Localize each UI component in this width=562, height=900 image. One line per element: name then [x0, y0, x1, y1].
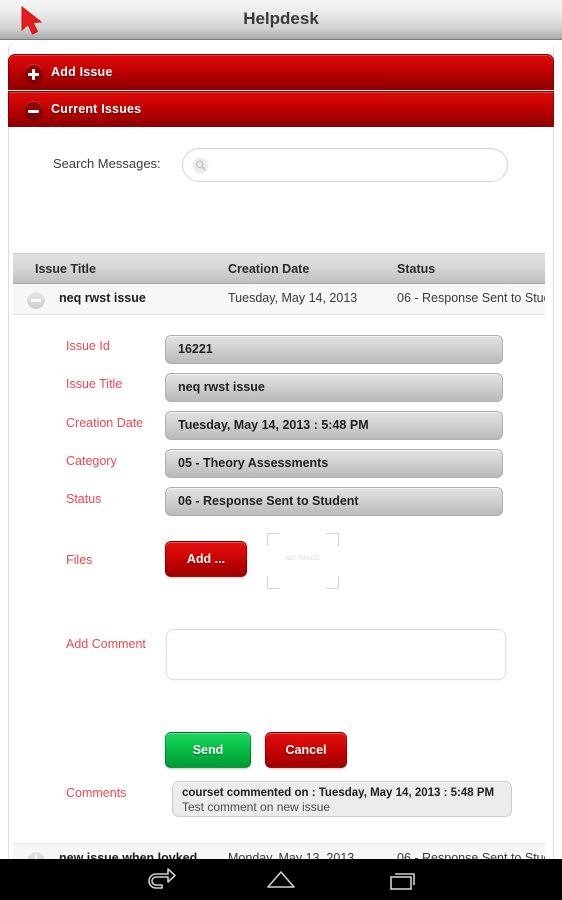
accordion-current-issues[interactable]: Current Issues [8, 91, 554, 127]
back-icon[interactable] [130, 863, 190, 897]
issue-detail-panel: Issue Id 16221 Issue Title neq rwst issu… [13, 315, 545, 843]
row-status: 06 - Response Sent to Student [397, 851, 545, 859]
search-icon [192, 157, 209, 174]
field-issue-id[interactable]: 16221 [165, 335, 503, 364]
minus-icon [24, 101, 43, 120]
field-creation-date[interactable]: Tuesday, May 14, 2013 : 5:48 PM [165, 411, 503, 440]
label-comments: Comments [66, 786, 127, 800]
row-issue-title: neq rwst issue [59, 291, 146, 305]
page-title: Helpdesk [243, 9, 319, 28]
row-creation-date: Monday, May 13, 2013 [228, 851, 355, 859]
row-issue-title: new issue when lovked [59, 851, 198, 859]
table-row[interactable]: neq rwst issue Tuesday, May 14, 2013 06 … [13, 284, 545, 315]
accordion-current-issues-label: Current Issues [51, 102, 142, 116]
field-issue-title[interactable]: neq rwst issue [165, 373, 503, 402]
add-file-button[interactable]: Add ... [165, 541, 247, 577]
column-header-creation-date[interactable]: Creation Date [228, 254, 309, 284]
label-status: Status [66, 492, 102, 506]
add-comment-input[interactable] [166, 629, 506, 680]
label-creation-date: Creation Date [66, 416, 144, 430]
no-image-icon: NO IMAGE [267, 533, 339, 589]
column-header-issue-title[interactable]: Issue Title [35, 254, 96, 284]
comment-header: courset commented on : Tuesday, May 14, … [182, 787, 495, 799]
minus-icon[interactable] [27, 291, 45, 309]
field-status[interactable]: 06 - Response Sent to Student [165, 487, 503, 516]
title-bar: Helpdesk [0, 0, 562, 40]
recents-icon[interactable] [371, 863, 431, 897]
label-add-comment: Add Comment [66, 637, 146, 651]
send-button[interactable]: Send [165, 732, 251, 768]
label-category: Category [66, 454, 117, 468]
no-image-label: NO IMAGE [285, 555, 321, 562]
label-issue-id: Issue Id [66, 339, 110, 353]
comment-item: courset commented on : Tuesday, May 14, … [172, 781, 512, 817]
accordion-add-issue-label: Add Issue [51, 65, 113, 79]
comment-body: Test comment on new issue [182, 800, 331, 814]
column-header-status[interactable]: Status [397, 254, 435, 284]
page-body: Add Issue Current Issues Search Messages… [0, 41, 562, 859]
plus-icon [24, 64, 43, 83]
row-creation-date: Tuesday, May 14, 2013 [228, 291, 358, 305]
table-row[interactable]: new issue when lovked Monday, May 13, 20… [13, 843, 545, 859]
field-category[interactable]: 05 - Theory Assessments [165, 449, 503, 478]
home-icon[interactable] [251, 863, 311, 897]
android-nav-bar [0, 859, 562, 900]
search-box[interactable] [182, 148, 508, 183]
accordion-add-issue[interactable]: Add Issue [8, 54, 554, 90]
search-label: Search Messages: [53, 156, 161, 171]
plus-icon[interactable] [27, 851, 45, 859]
search-input[interactable] [215, 149, 505, 183]
label-files: Files [66, 553, 93, 567]
search-row: Search Messages: [8, 136, 554, 201]
table-header: Issue Title Creation Date Status [13, 253, 545, 284]
row-status: 06 - Response Sent to Student [397, 291, 545, 305]
label-issue-title: Issue Title [66, 377, 123, 391]
app-screen: Helpdesk Add Issue Current Issues Search… [0, 0, 562, 900]
cancel-button[interactable]: Cancel [265, 732, 347, 768]
